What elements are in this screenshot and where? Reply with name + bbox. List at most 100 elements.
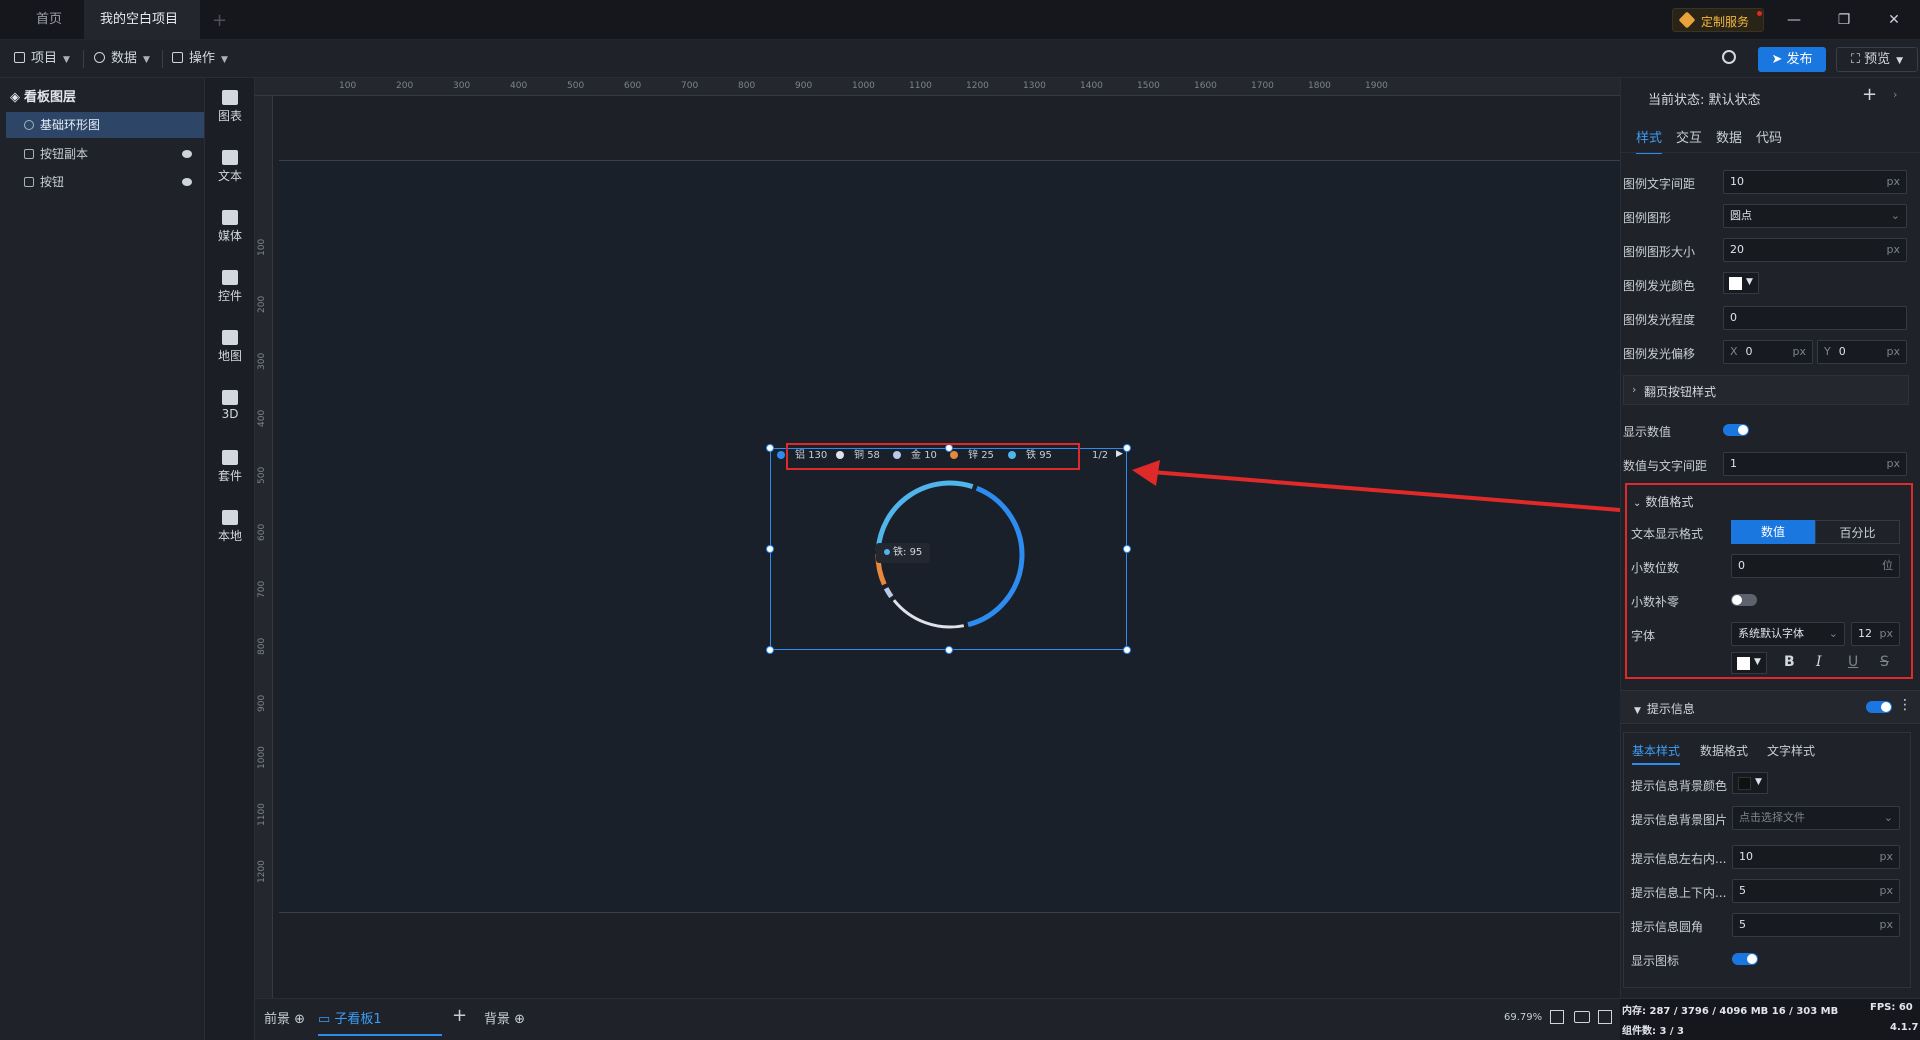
legend-text-gap-input[interactable]: 10 px [1723, 170, 1907, 194]
custom-service-button[interactable]: 定制服务 [1672, 8, 1764, 32]
bold-icon[interactable]: B [1784, 654, 1795, 670]
layer-item[interactable]: 按钮 [6, 169, 204, 195]
tooltip-show-icon-toggle[interactable] [1732, 953, 1758, 965]
tab-text-style[interactable]: 文字样式 [1767, 742, 1815, 759]
comp-kit[interactable]: 套件 [205, 450, 255, 484]
legend-glow-color-picker[interactable]: ▼ [1723, 272, 1759, 294]
publish-button[interactable]: ➤ 发布 [1758, 47, 1826, 72]
page-button-style-section[interactable]: › 翻页按钮样式 [1623, 375, 1909, 405]
tab-basic-style[interactable]: 基本样式 [1632, 742, 1681, 765]
comp-local[interactable]: 本地 [205, 510, 255, 544]
legend-shape-select[interactable]: 圆点 ⌄ [1723, 204, 1907, 228]
tab-background[interactable]: 背景 ⊕ [484, 1008, 525, 1027]
menu-operate[interactable]: 操作 ▼ [166, 48, 234, 70]
legend-glow-offset-y[interactable]: Y 0 px [1817, 340, 1907, 364]
layer-label: 按钮 [40, 175, 65, 189]
show-value-toggle[interactable] [1723, 424, 1749, 436]
tooltip-toggle[interactable] [1866, 701, 1892, 713]
more-vertical-icon[interactable]: ⋮ [1898, 697, 1912, 713]
resize-handle[interactable] [1123, 545, 1131, 553]
font-family-select[interactable]: 系统默认字体 ⌄ [1731, 622, 1845, 646]
italic-icon[interactable]: I [1816, 654, 1822, 670]
tab-style[interactable]: 样式 [1636, 127, 1663, 154]
layers-title-label: 看板图层 [24, 90, 77, 105]
resize-handle[interactable] [945, 646, 953, 654]
hidden-eye-icon[interactable] [182, 150, 192, 158]
decimals-label: 小数位数 [1631, 561, 1680, 575]
state-value[interactable]: 默认状态 [1709, 93, 1761, 108]
menu-project[interactable]: 项目 ▼ [8, 48, 76, 70]
unit-label: px [1879, 884, 1894, 897]
pad-zero-toggle[interactable] [1731, 594, 1757, 606]
new-tab-plus-icon[interactable]: + [212, 10, 227, 31]
terminal-icon[interactable] [1598, 1010, 1612, 1024]
ruler-top[interactable]: 100 200 300 400 500 600 700 800 900 1000 1100 1200 1… [255, 78, 1620, 96]
ruler-tick-label: 1600 [1194, 81, 1217, 91]
puzzle-icon [222, 510, 238, 525]
tab-home[interactable]: 首页 [20, 0, 78, 40]
format-option-value[interactable]: 数值 [1731, 520, 1815, 544]
chevron-right-icon[interactable]: › [1893, 88, 1897, 101]
tab-code[interactable]: 代码 [1756, 127, 1782, 146]
resize-handle[interactable] [766, 444, 774, 452]
ruler-left[interactable]: 100 200 300 400 500 600 700 800 900 1000 1100 1200 [255, 96, 273, 998]
tab-project[interactable]: 我的空白项目 [84, 0, 200, 64]
resize-handle[interactable] [766, 646, 774, 654]
layer-item[interactable]: 基础环形图 [6, 112, 204, 138]
legend-next-page-icon[interactable]: ▶ [1116, 449, 1123, 459]
comp-chart[interactable]: 图表 [205, 90, 255, 124]
tab-foreground[interactable]: 前景 ⊕ [264, 1008, 305, 1027]
add-circle-icon[interactable]: ⊕ [514, 1012, 525, 1027]
comp-media[interactable]: 媒体 [205, 210, 255, 244]
legend-shape-size-input[interactable]: 20 px [1723, 238, 1907, 262]
minimize-icon[interactable]: — [1780, 8, 1808, 32]
comp-text[interactable]: 文本 [205, 150, 255, 184]
comp-3d[interactable]: 3D [205, 390, 255, 421]
tab-data-format[interactable]: 数据格式 [1700, 742, 1748, 759]
underline-icon[interactable]: U [1848, 654, 1858, 670]
tooltip-bg-image-select[interactable]: 点击选择文件 ⌄ [1732, 806, 1900, 830]
divider [1620, 152, 1920, 153]
comp-label: 图表 [217, 109, 242, 123]
value-format-title[interactable]: ⌄ 数值格式 [1633, 493, 1693, 510]
comp-control[interactable]: 控件 [205, 270, 255, 304]
add-state-icon[interactable]: + [1862, 84, 1877, 105]
legend-glow-offset-x[interactable]: X 0 px [1723, 340, 1813, 364]
layer-item[interactable]: 按钮副本 [6, 141, 204, 167]
ruler-tick-label: 300 [453, 81, 471, 91]
value-text-gap-input[interactable]: 1 px [1723, 452, 1907, 476]
search-icon[interactable] [1722, 50, 1736, 64]
format-option-percent[interactable]: 百分比 [1815, 520, 1900, 544]
resize-handle[interactable] [1123, 646, 1131, 654]
restore-icon[interactable]: ❐ [1830, 8, 1858, 32]
add-board-icon[interactable]: + [452, 1005, 467, 1026]
resize-handle[interactable] [766, 545, 774, 553]
selected-widget-frame[interactable] [770, 448, 1127, 650]
legend-text-gap-label: 图例文字间距 [1623, 177, 1696, 191]
legend-glow-level-input[interactable]: 0 [1723, 306, 1907, 330]
tooltip-radius-input[interactable]: 5 px [1732, 913, 1900, 937]
keyboard-icon[interactable] [1574, 1011, 1590, 1023]
tab-sub-board[interactable]: ▭ 子看板1 [318, 1008, 442, 1036]
font-size-input[interactable]: 12 px [1851, 622, 1900, 646]
strikethrough-icon[interactable]: S [1880, 654, 1889, 670]
tab-interaction[interactable]: 交互 [1676, 127, 1702, 146]
hidden-eye-icon[interactable] [182, 178, 192, 186]
resize-handle[interactable] [1123, 444, 1131, 452]
tab-data[interactable]: 数据 [1716, 127, 1742, 146]
font-color-picker[interactable]: ▼ [1731, 652, 1767, 674]
tooltip-bg-color-picker[interactable]: ▼ [1732, 772, 1768, 794]
tooltip-radius-value: 5 [1739, 918, 1746, 931]
tooltip-pad-lr-input[interactable]: 10 px [1732, 845, 1900, 869]
fit-screen-icon[interactable] [1550, 1010, 1564, 1024]
ruler-tick-label: 400 [257, 409, 267, 427]
close-icon[interactable]: ✕ [1880, 8, 1908, 32]
decimals-input[interactable]: 0位 [1731, 554, 1900, 578]
preview-button[interactable]: ⛶ 预览 ▼ [1836, 47, 1918, 72]
tooltip-pad-tb-input[interactable]: 5 px [1732, 879, 1900, 903]
add-circle-icon[interactable]: ⊕ [294, 1012, 305, 1027]
menu-data[interactable]: 数据 ▼ [88, 48, 156, 70]
zoom-level[interactable]: 69.79% [1504, 1012, 1542, 1023]
state-label: 当前状态: [1648, 93, 1705, 108]
comp-map[interactable]: 地图 [205, 330, 255, 364]
